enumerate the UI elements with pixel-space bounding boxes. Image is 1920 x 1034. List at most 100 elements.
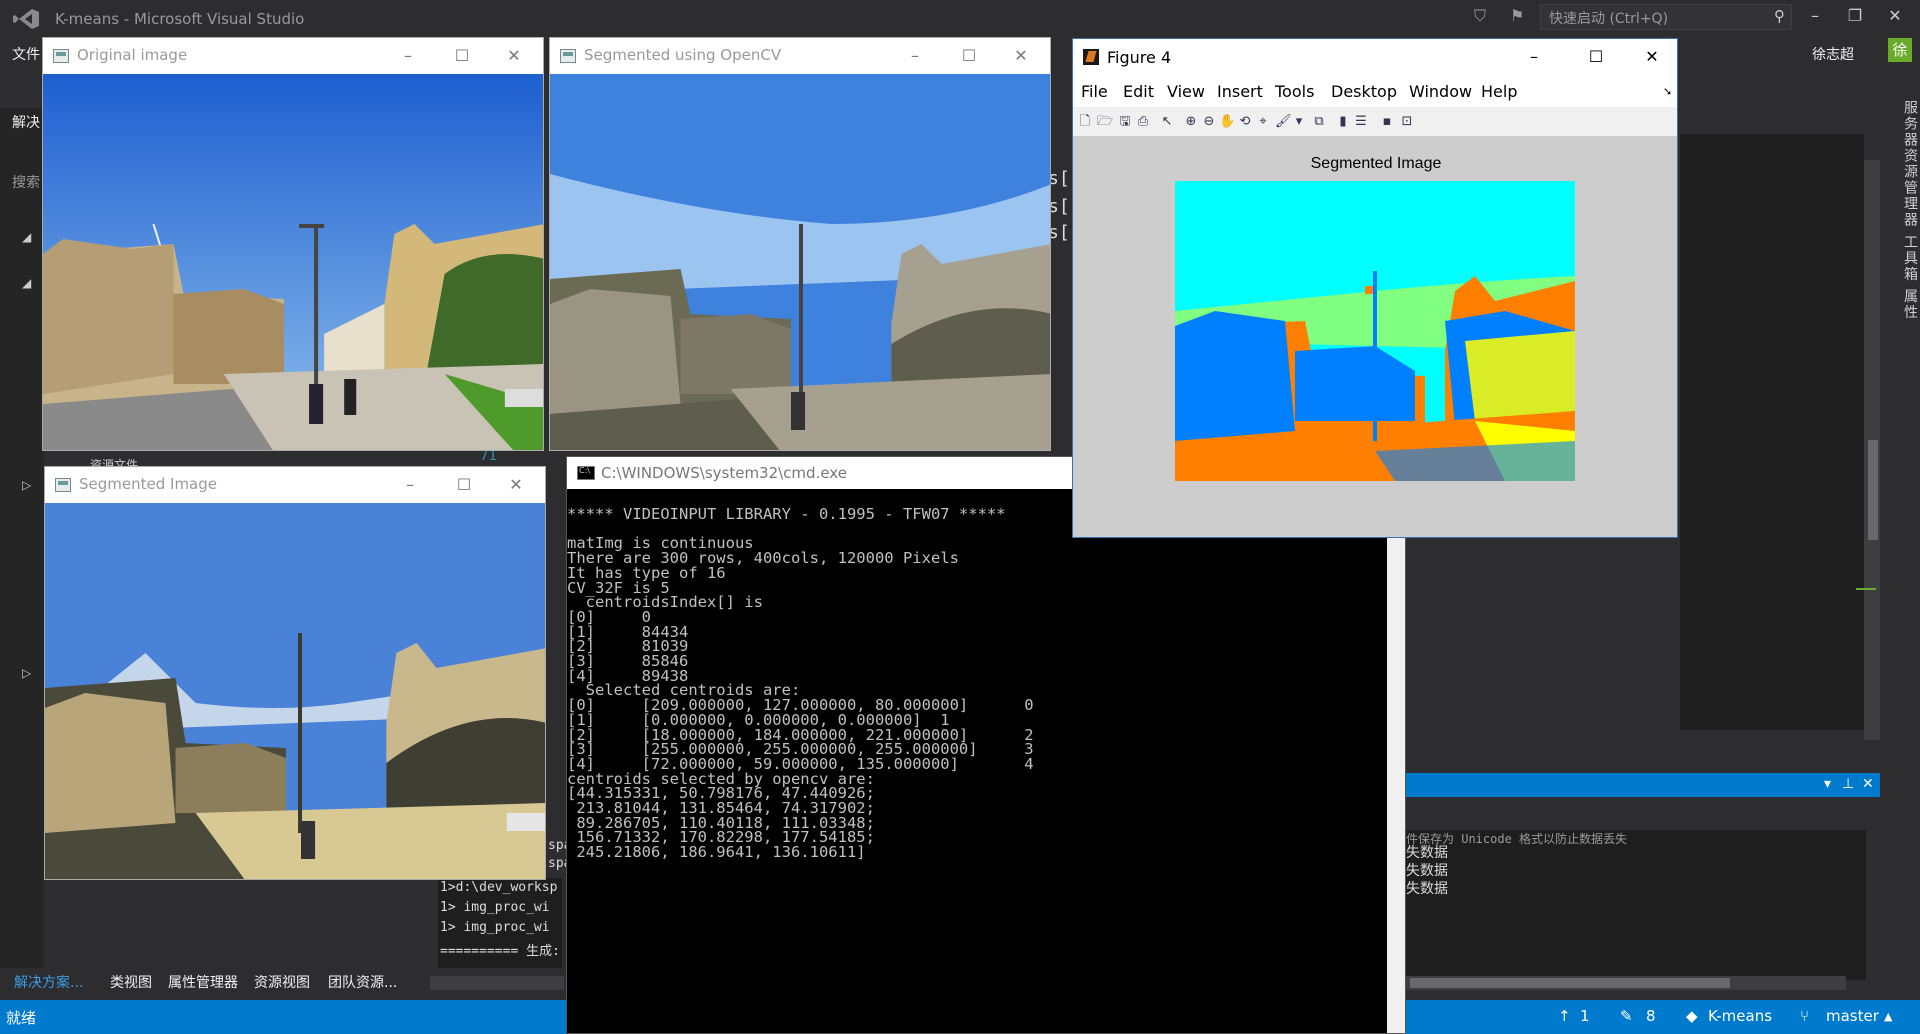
- visual-studio-logo-icon: [13, 9, 39, 29]
- branch-name[interactable]: master: [1826, 1007, 1879, 1025]
- pending-changes-count[interactable]: 8: [1646, 1007, 1656, 1025]
- pan-icon[interactable]: ✋: [1219, 114, 1235, 130]
- close-button[interactable]: ✕: [499, 44, 529, 68]
- user-name[interactable]: 徐志超: [1812, 44, 1854, 64]
- minimize-button[interactable]: –: [395, 473, 425, 497]
- matlab-icon: [1083, 49, 1099, 65]
- code-fragment: s[: [1048, 222, 1070, 243]
- menu-desktop[interactable]: Desktop: [1331, 82, 1397, 101]
- repo-icon[interactable]: ◆: [1686, 1007, 1698, 1025]
- minimize-button[interactable]: –: [393, 44, 423, 68]
- close-button[interactable]: ✕: [1006, 44, 1036, 68]
- right-tool-tabs[interactable]: 服务器资源管理器 工具箱 属性: [1884, 100, 1920, 340]
- zoom-out-icon[interactable]: ⊖: [1201, 114, 1217, 130]
- pointer-icon[interactable]: ↖: [1159, 114, 1175, 130]
- maximize-button[interactable]: ☐: [954, 44, 984, 68]
- menu-tools[interactable]: Tools: [1275, 82, 1314, 101]
- menu-edit[interactable]: Edit: [1123, 82, 1154, 101]
- branch-dropdown-icon[interactable]: ▲: [1884, 1010, 1892, 1023]
- close-button[interactable]: ✕: [1880, 6, 1910, 30]
- close-button[interactable]: ✕: [1637, 45, 1667, 69]
- opencv-segmented-photo: [550, 74, 1050, 450]
- expand-arrow-icon[interactable]: ◢: [22, 230, 31, 244]
- maximize-button[interactable]: ☐: [1581, 45, 1611, 69]
- open-file-icon[interactable]: 🗁: [1097, 114, 1113, 130]
- expand-arrow-icon[interactable]: ◢: [22, 276, 31, 290]
- tab-resource-view[interactable]: 资源视图: [254, 972, 310, 992]
- pin-icon[interactable]: ⊥: [1842, 776, 1854, 792]
- print-icon[interactable]: ⎙: [1135, 114, 1151, 130]
- vs-titlebar: K-means - Microsoft Visual Studio ⛉ ⚑ 快速…: [0, 0, 1920, 38]
- figure-4-window[interactable]: Figure 4 – ☐ ✕ File Edit View Insert Too…: [1072, 38, 1678, 538]
- window-title: Original image: [77, 46, 188, 64]
- maximize-button[interactable]: ☐: [449, 473, 479, 497]
- menu-file[interactable]: 文件: [12, 44, 40, 64]
- save-icon[interactable]: 🖫: [1117, 114, 1133, 130]
- segmented-image-window[interactable]: Segmented Image – ☐ ✕: [44, 466, 546, 880]
- filter-icon[interactable]: ⛉: [1474, 6, 1496, 28]
- opencv-segmented-window[interactable]: Segmented using OpenCV – ☐ ✕: [549, 37, 1051, 451]
- window-titlebar[interactable]: Segmented using OpenCV – ☐ ✕: [550, 38, 1050, 74]
- original-image-window[interactable]: Original image – ☐ ✕: [42, 37, 544, 451]
- brush-icon[interactable]: 🖌: [1275, 114, 1292, 130]
- zoom-in-icon[interactable]: ⊕: [1183, 114, 1199, 130]
- colorbar-icon[interactable]: ▮: [1335, 114, 1351, 130]
- minimize-button[interactable]: –: [900, 44, 930, 68]
- quick-launch-input[interactable]: 快速启动 (Ctrl+Q) ⚲: [1540, 4, 1792, 30]
- output-line: 失数据: [1406, 863, 1448, 879]
- menu-overflow-icon[interactable]: ➘: [1663, 85, 1672, 98]
- minimize-button[interactable]: –: [1800, 6, 1830, 30]
- segmented-photo: [45, 503, 545, 879]
- build-line: ========== 生成:: [440, 944, 560, 959]
- editor-scroll-thumb[interactable]: [1868, 440, 1878, 540]
- rotate-icon[interactable]: ⟲: [1237, 114, 1253, 130]
- tab-class-view[interactable]: 类视图: [110, 972, 152, 992]
- close-button[interactable]: ✕: [501, 473, 531, 497]
- console-line: 245.21806, 186.9641, 136.10611]: [567, 843, 866, 862]
- status-text: 就绪: [6, 1009, 37, 1027]
- window-titlebar[interactable]: Figure 4 – ☐ ✕: [1073, 39, 1677, 75]
- expand-arrow-icon[interactable]: ▷: [22, 478, 31, 492]
- menu-view[interactable]: View: [1167, 82, 1205, 101]
- segmented-image-plot: [1175, 181, 1575, 481]
- show-plot-tools-icon[interactable]: ⊡: [1399, 114, 1415, 130]
- dropdown-icon[interactable]: ▾: [1824, 776, 1831, 792]
- new-figure-icon[interactable]: 🗋: [1077, 114, 1093, 130]
- menu-window[interactable]: Window: [1409, 82, 1472, 101]
- tab-solution-explorer[interactable]: 解决方案...: [14, 972, 83, 992]
- menu-insert[interactable]: Insert: [1217, 82, 1263, 101]
- brush-dropdown-icon[interactable]: ▾: [1291, 114, 1307, 130]
- window-titlebar[interactable]: Original image – ☐ ✕: [43, 38, 543, 74]
- hide-plot-tools-icon[interactable]: ▪: [1379, 114, 1395, 130]
- link-icon[interactable]: ⧉: [1311, 114, 1327, 130]
- close-icon[interactable]: ✕: [1862, 776, 1874, 792]
- solution-search-label[interactable]: 搜索: [12, 172, 40, 192]
- pencil-icon[interactable]: ✎: [1620, 1007, 1633, 1025]
- horizontal-scrollbar[interactable]: [430, 976, 564, 990]
- maximize-button[interactable]: ☐: [447, 44, 477, 68]
- unpushed-count[interactable]: 1: [1580, 1007, 1590, 1025]
- menu-file[interactable]: File: [1081, 82, 1108, 101]
- branch-icon[interactable]: ⑂: [1800, 1007, 1809, 1025]
- push-arrow-icon[interactable]: ↑: [1558, 1007, 1571, 1025]
- console-scrollbar[interactable]: [1387, 489, 1405, 1033]
- repo-name[interactable]: K-means: [1708, 1007, 1772, 1025]
- menu-help[interactable]: Help: [1481, 82, 1517, 101]
- output-panel-header[interactable]: ▾ ⊥ ✕: [1406, 773, 1880, 797]
- tab-property-manager[interactable]: 属性管理器: [168, 972, 238, 992]
- console-output[interactable]: ***** VIDEOINPUT LIBRARY - 0.1995 - TFW0…: [567, 489, 1405, 1033]
- expand-arrow-icon[interactable]: ▷: [22, 666, 31, 680]
- tab-team-explorer[interactable]: 团队资源...: [328, 972, 397, 992]
- data-cursor-icon[interactable]: ⌖: [1255, 114, 1271, 130]
- restore-button[interactable]: ❐: [1840, 6, 1870, 30]
- code-fragment: s[: [1048, 196, 1070, 217]
- avatar[interactable]: 徐: [1888, 38, 1912, 62]
- cmd-window[interactable]: C:\WINDOWS\system32\cmd.exe ***** VIDEOI…: [566, 456, 1406, 1034]
- notification-icon[interactable]: ⚑: [1510, 6, 1524, 25]
- minimize-button[interactable]: –: [1519, 45, 1549, 69]
- output-scroll-thumb[interactable]: [1410, 978, 1730, 988]
- window-titlebar[interactable]: Segmented Image – ☐ ✕: [45, 467, 545, 503]
- change-marker: [1856, 588, 1876, 590]
- legend-icon[interactable]: ☰: [1353, 114, 1369, 130]
- build-line: 1> img_proc_wi: [440, 920, 550, 935]
